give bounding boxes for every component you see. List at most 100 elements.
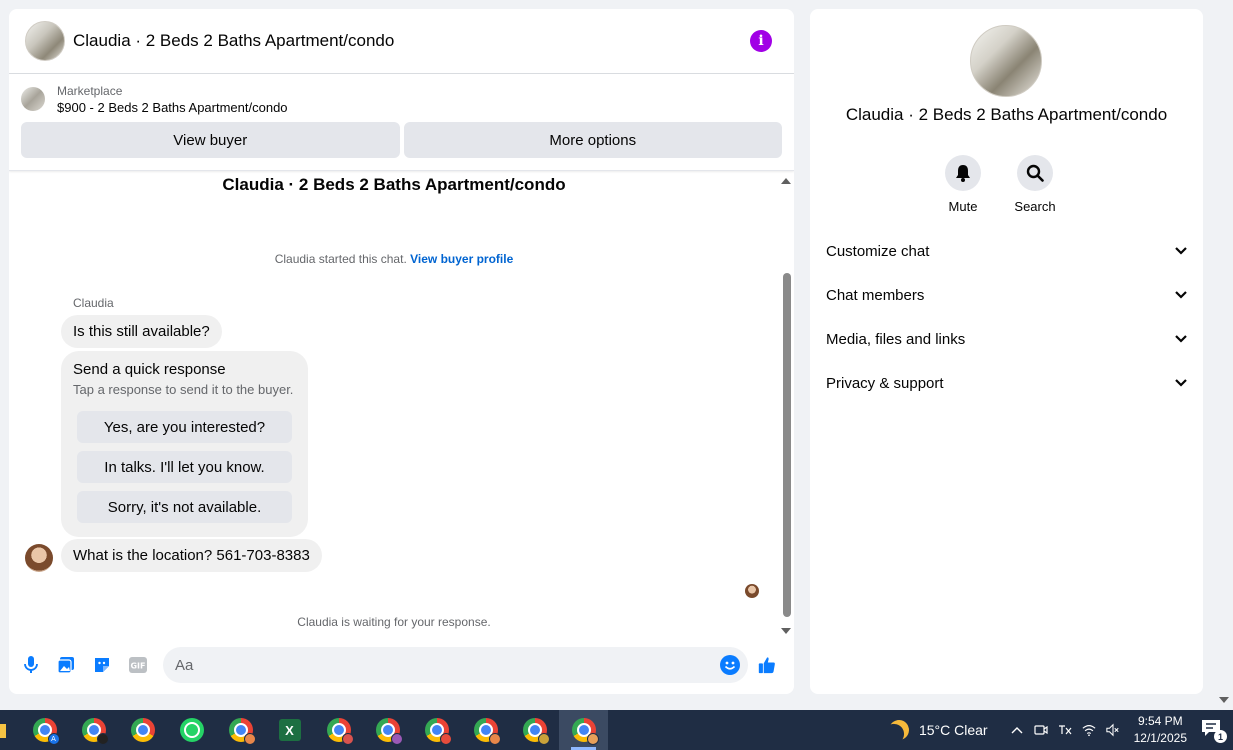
listing-avatar[interactable] <box>25 21 65 61</box>
customize-chat-row[interactable]: Customize chat <box>826 229 1187 273</box>
chevron-down-icon <box>1175 379 1187 387</box>
notification-center-icon[interactable]: 1 <box>1201 719 1227 743</box>
media-files-links-row[interactable]: Media, files and links <box>826 317 1187 361</box>
media-files-links-label: Media, files and links <box>826 330 966 348</box>
quick-response-not-available[interactable]: Sorry, it's not available. <box>77 491 292 523</box>
chevron-down-icon <box>1175 247 1187 255</box>
mute-button[interactable]: Mute <box>944 155 982 214</box>
scroll-thumb[interactable] <box>783 273 791 617</box>
taskbar-whatsapp[interactable] <box>167 710 216 750</box>
message-bubble[interactable]: Is this still available? <box>61 315 222 348</box>
chrome-icon <box>228 718 256 745</box>
window-scroll-down-arrow[interactable] <box>1219 697 1229 703</box>
chat-members-row[interactable]: Chat members <box>826 273 1187 317</box>
listing-summary[interactable]: Marketplace $900 - 2 Beds 2 Baths Apartm… <box>21 83 782 117</box>
taskbar-chrome[interactable] <box>69 710 118 750</box>
clock[interactable]: 9:54 PM 12/1/2025 <box>1134 713 1187 747</box>
taskbar-excel[interactable]: X <box>265 710 314 750</box>
taskbar-chrome[interactable] <box>363 710 412 750</box>
chevron-down-icon <box>1175 291 1187 299</box>
chrome-icon <box>424 718 452 745</box>
quick-response-yes[interactable]: Yes, are you interested? <box>77 411 292 443</box>
speaker-muted-icon[interactable] <box>1105 723 1120 737</box>
quick-response-in-talks[interactable]: In talks. I'll let you know. <box>77 451 292 483</box>
chrome-icon <box>326 718 354 745</box>
view-buyer-button[interactable]: View buyer <box>21 122 400 158</box>
chrome-icon <box>81 718 109 745</box>
more-options-button[interactable]: More options <box>403 122 782 158</box>
photo-icon[interactable] <box>57 656 75 674</box>
message-input[interactable]: Aa <box>163 647 748 683</box>
sticker-icon[interactable] <box>93 656 111 674</box>
scroll-up-arrow[interactable] <box>781 178 791 184</box>
conversation-title: Claudia · 2 Beds 2 Baths Apartment/condo <box>222 175 566 194</box>
message-bubble[interactable]: What is the location? 561-703-8383 <box>61 539 322 572</box>
message-scrollbar[interactable] <box>780 172 792 634</box>
chrome-icon <box>473 718 501 745</box>
taskbar-chrome[interactable] <box>216 710 265 750</box>
taskbar-chrome[interactable] <box>510 710 559 750</box>
moon-icon[interactable] <box>886 717 912 743</box>
message-list: Claudia · 2 Beds 2 Baths Apartment/condo… <box>9 171 779 643</box>
search-label: Search <box>1014 199 1056 214</box>
chat-panel: Claudia · 2 Beds 2 Baths Apartment/condo… <box>9 9 794 694</box>
chevron-down-icon <box>1175 335 1187 343</box>
bell-icon[interactable] <box>945 155 981 191</box>
gif-icon[interactable]: GIF <box>129 656 147 674</box>
search-icon[interactable] <box>1017 155 1053 191</box>
weather-text[interactable]: 15°C Clear <box>919 722 988 738</box>
chat-started-text: Claudia started this chat. <box>274 252 407 266</box>
info-icon[interactable]: i <box>750 30 772 52</box>
chrome-icon <box>571 718 599 745</box>
composer: GIF Aa <box>9 645 794 685</box>
taskbar-chrome[interactable] <box>314 710 363 750</box>
message-input-placeholder: Aa <box>175 656 194 674</box>
customize-chat-label: Customize chat <box>826 242 930 260</box>
listing-price-title: $900 - 2 Beds 2 Baths Apartment/condo <box>57 100 288 115</box>
view-buyer-profile-link[interactable]: View buyer profile <box>410 252 513 266</box>
seen-indicator-avatar <box>745 584 759 598</box>
sender-name: Claudia <box>73 296 114 310</box>
privacy-support-label: Privacy & support <box>826 374 944 392</box>
clock-time: 9:54 PM <box>1137 714 1183 728</box>
taskbar-chrome[interactable] <box>118 710 167 750</box>
taskbar: A X 15°C Clear 9:54 PM 12/1/2025 1 <box>0 710 1233 750</box>
chevron-up-icon[interactable] <box>1010 723 1024 737</box>
scroll-down-arrow[interactable] <box>781 628 791 634</box>
clock-date: 12/1/2025 <box>1133 731 1187 745</box>
wifi-icon[interactable] <box>1082 723 1096 737</box>
details-menu: Customize chat Chat members Media, files… <box>826 229 1187 405</box>
thumbs-up-icon[interactable] <box>758 656 776 674</box>
taskbar-chrome[interactable] <box>412 710 461 750</box>
excel-icon: X <box>278 719 301 741</box>
taskbar-chrome[interactable] <box>461 710 510 750</box>
microphone-icon[interactable] <box>23 656 39 674</box>
chat-members-label: Chat members <box>826 286 925 304</box>
whatsapp-icon <box>179 718 204 742</box>
chat-started-notice: Claudia started this chat. View buyer pr… <box>9 252 779 266</box>
waiting-notice: Claudia is waiting for your response. <box>297 615 491 629</box>
chat-header: Claudia · 2 Beds 2 Baths Apartment/condo… <box>9 9 794 74</box>
input-method-icon[interactable] <box>1058 723 1072 737</box>
system-tray: 15°C Clear 9:54 PM 12/1/2025 1 <box>889 710 1233 750</box>
sender-avatar[interactable] <box>25 544 53 572</box>
emoji-icon[interactable] <box>720 655 740 675</box>
search-button[interactable]: Search <box>1014 155 1056 214</box>
mute-label: Mute <box>948 199 978 214</box>
chrome-icon: A <box>32 718 60 745</box>
marketplace-label: Marketplace <box>57 84 123 98</box>
quick-response-card: Send a quick response Tap a response to … <box>61 351 308 537</box>
listing-profile-photo[interactable] <box>970 25 1042 97</box>
file-explorer-icon[interactable] <box>0 724 6 738</box>
listing-thumbnail <box>21 87 45 111</box>
quick-response-subtitle: Tap a response to send it to the buyer. <box>73 382 294 397</box>
taskbar-apps: A X <box>20 710 608 750</box>
meet-now-icon[interactable] <box>1034 723 1048 737</box>
privacy-support-row[interactable]: Privacy & support <box>826 361 1187 405</box>
chat-details-panel: Claudia · 2 Beds 2 Baths Apartment/condo… <box>810 9 1203 694</box>
chat-title[interactable]: Claudia · 2 Beds 2 Baths Apartment/condo <box>73 31 750 51</box>
notification-count: 1 <box>1214 730 1227 743</box>
taskbar-chrome-active[interactable] <box>559 710 608 750</box>
chrome-icon <box>130 718 155 742</box>
taskbar-chrome[interactable]: A <box>20 710 69 750</box>
